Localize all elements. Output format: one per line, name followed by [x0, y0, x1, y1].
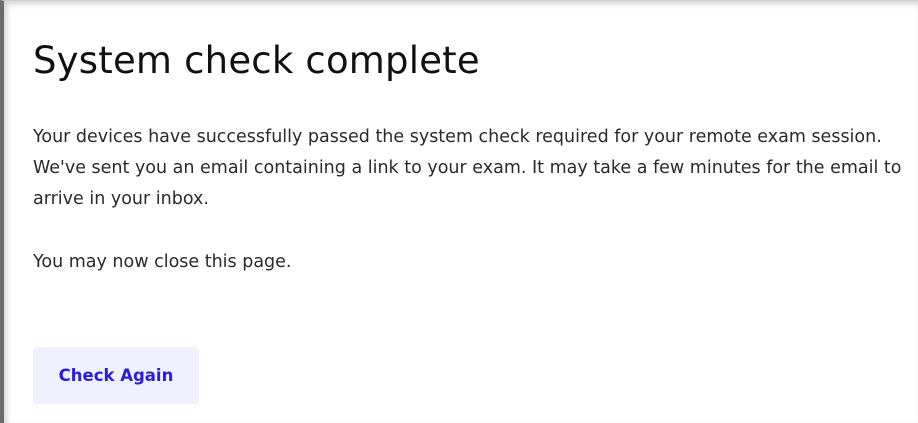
- main-content: System check complete Your devices have …: [33, 31, 913, 278]
- success-message: Your devices have successfully passed th…: [33, 127, 902, 209]
- check-again-button[interactable]: Check Again: [33, 347, 199, 404]
- close-page-note: You may now close this page.: [33, 252, 292, 272]
- page-title: System check complete: [33, 39, 480, 82]
